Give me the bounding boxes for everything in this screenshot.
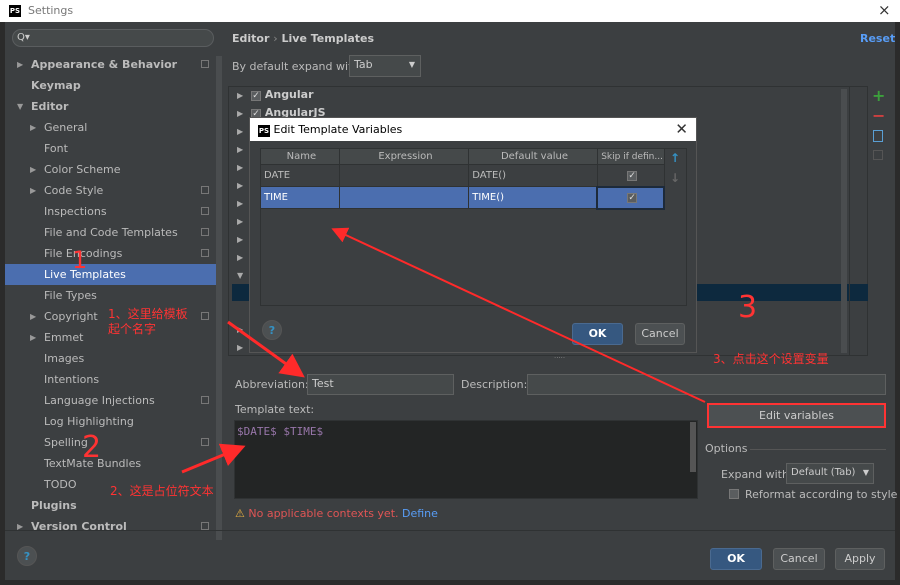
- annotation-number-3: 3: [738, 290, 758, 325]
- arrow-2: [181, 443, 246, 474]
- annotation-note-2: 2、这是占位符文本: [110, 484, 214, 498]
- annotation-note-1b: 起个名字: [108, 322, 157, 336]
- background-code-editor: [0, 580, 900, 585]
- annotation-number-1: 1: [72, 246, 88, 274]
- annotation-note-3: 3、点击这个设置变量: [713, 352, 829, 366]
- arrow-1: [227, 320, 305, 378]
- annotation-number-2: 2: [82, 430, 102, 465]
- arrow-3: [331, 227, 706, 403]
